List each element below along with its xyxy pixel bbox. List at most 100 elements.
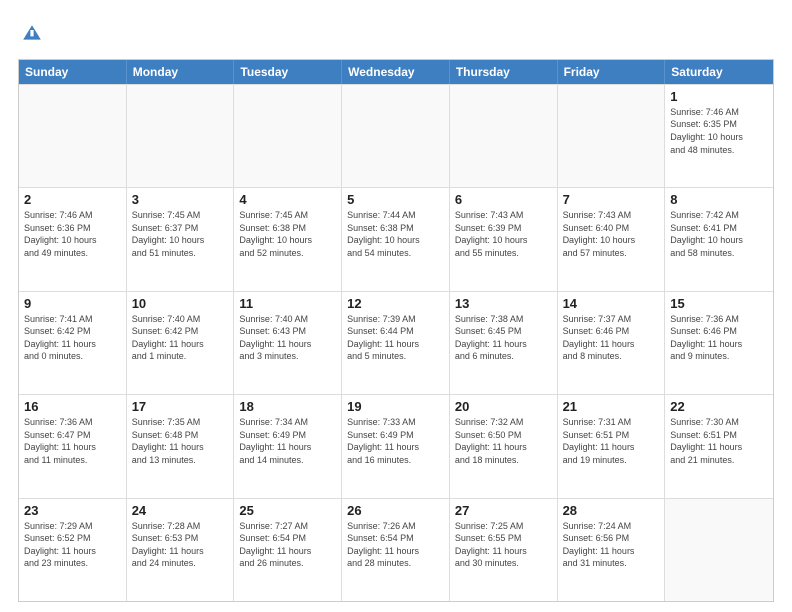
calendar-cell: 2Sunrise: 7:46 AM Sunset: 6:36 PM Daylig… — [19, 188, 127, 290]
calendar-cell: 18Sunrise: 7:34 AM Sunset: 6:49 PM Dayli… — [234, 395, 342, 497]
cell-day-number: 2 — [24, 192, 121, 209]
calendar-cell: 27Sunrise: 7:25 AM Sunset: 6:55 PM Dayli… — [450, 499, 558, 601]
calendar-cell: 19Sunrise: 7:33 AM Sunset: 6:49 PM Dayli… — [342, 395, 450, 497]
cell-day-number: 1 — [670, 89, 768, 106]
cell-day-number: 24 — [132, 503, 229, 520]
cell-info: Sunrise: 7:36 AM Sunset: 6:47 PM Dayligh… — [24, 416, 121, 466]
calendar-cell: 11Sunrise: 7:40 AM Sunset: 6:43 PM Dayli… — [234, 292, 342, 394]
calendar-cell — [665, 499, 773, 601]
cell-day-number: 4 — [239, 192, 336, 209]
cell-day-number: 7 — [563, 192, 660, 209]
cell-info: Sunrise: 7:44 AM Sunset: 6:38 PM Dayligh… — [347, 209, 444, 259]
cell-day-number: 3 — [132, 192, 229, 209]
calendar-cell: 13Sunrise: 7:38 AM Sunset: 6:45 PM Dayli… — [450, 292, 558, 394]
cell-day-number: 10 — [132, 296, 229, 313]
week-row: 2Sunrise: 7:46 AM Sunset: 6:36 PM Daylig… — [19, 187, 773, 290]
cell-info: Sunrise: 7:43 AM Sunset: 6:39 PM Dayligh… — [455, 209, 552, 259]
cell-day-number: 11 — [239, 296, 336, 313]
cell-info: Sunrise: 7:38 AM Sunset: 6:45 PM Dayligh… — [455, 313, 552, 363]
calendar-cell: 14Sunrise: 7:37 AM Sunset: 6:46 PM Dayli… — [558, 292, 666, 394]
calendar-cell: 24Sunrise: 7:28 AM Sunset: 6:53 PM Dayli… — [127, 499, 235, 601]
cell-info: Sunrise: 7:24 AM Sunset: 6:56 PM Dayligh… — [563, 520, 660, 570]
calendar-cell: 3Sunrise: 7:45 AM Sunset: 6:37 PM Daylig… — [127, 188, 235, 290]
cell-info: Sunrise: 7:36 AM Sunset: 6:46 PM Dayligh… — [670, 313, 768, 363]
cell-info: Sunrise: 7:45 AM Sunset: 6:37 PM Dayligh… — [132, 209, 229, 259]
cell-day-number: 5 — [347, 192, 444, 209]
cell-info: Sunrise: 7:40 AM Sunset: 6:43 PM Dayligh… — [239, 313, 336, 363]
cell-day-number: 25 — [239, 503, 336, 520]
calendar-cell: 7Sunrise: 7:43 AM Sunset: 6:40 PM Daylig… — [558, 188, 666, 290]
day-header: Thursday — [450, 60, 558, 84]
cell-info: Sunrise: 7:46 AM Sunset: 6:36 PM Dayligh… — [24, 209, 121, 259]
calendar-cell: 28Sunrise: 7:24 AM Sunset: 6:56 PM Dayli… — [558, 499, 666, 601]
cell-info: Sunrise: 7:41 AM Sunset: 6:42 PM Dayligh… — [24, 313, 121, 363]
calendar-cell — [558, 85, 666, 187]
calendar-cell — [450, 85, 558, 187]
cell-info: Sunrise: 7:30 AM Sunset: 6:51 PM Dayligh… — [670, 416, 768, 466]
week-row: 1Sunrise: 7:46 AM Sunset: 6:35 PM Daylig… — [19, 84, 773, 187]
cell-info: Sunrise: 7:26 AM Sunset: 6:54 PM Dayligh… — [347, 520, 444, 570]
cell-day-number: 18 — [239, 399, 336, 416]
cell-info: Sunrise: 7:28 AM Sunset: 6:53 PM Dayligh… — [132, 520, 229, 570]
logo — [18, 22, 48, 51]
calendar-cell — [342, 85, 450, 187]
logo-icon — [20, 22, 44, 46]
cell-day-number: 19 — [347, 399, 444, 416]
cell-day-number: 28 — [563, 503, 660, 520]
calendar-cell — [127, 85, 235, 187]
cell-day-number: 12 — [347, 296, 444, 313]
calendar-cell: 17Sunrise: 7:35 AM Sunset: 6:48 PM Dayli… — [127, 395, 235, 497]
calendar-cell: 15Sunrise: 7:36 AM Sunset: 6:46 PM Dayli… — [665, 292, 773, 394]
cell-info: Sunrise: 7:35 AM Sunset: 6:48 PM Dayligh… — [132, 416, 229, 466]
cell-day-number: 14 — [563, 296, 660, 313]
week-row: 9Sunrise: 7:41 AM Sunset: 6:42 PM Daylig… — [19, 291, 773, 394]
calendar-cell: 23Sunrise: 7:29 AM Sunset: 6:52 PM Dayli… — [19, 499, 127, 601]
calendar-cell: 10Sunrise: 7:40 AM Sunset: 6:42 PM Dayli… — [127, 292, 235, 394]
calendar-cell: 9Sunrise: 7:41 AM Sunset: 6:42 PM Daylig… — [19, 292, 127, 394]
calendar-cell: 5Sunrise: 7:44 AM Sunset: 6:38 PM Daylig… — [342, 188, 450, 290]
calendar-cell: 12Sunrise: 7:39 AM Sunset: 6:44 PM Dayli… — [342, 292, 450, 394]
cell-info: Sunrise: 7:39 AM Sunset: 6:44 PM Dayligh… — [347, 313, 444, 363]
calendar-cell: 25Sunrise: 7:27 AM Sunset: 6:54 PM Dayli… — [234, 499, 342, 601]
cell-day-number: 16 — [24, 399, 121, 416]
cell-info: Sunrise: 7:33 AM Sunset: 6:49 PM Dayligh… — [347, 416, 444, 466]
day-header: Sunday — [19, 60, 127, 84]
cell-day-number: 17 — [132, 399, 229, 416]
day-header: Friday — [558, 60, 666, 84]
header — [18, 18, 774, 51]
calendar-cell — [234, 85, 342, 187]
cell-info: Sunrise: 7:37 AM Sunset: 6:46 PM Dayligh… — [563, 313, 660, 363]
calendar-cell — [19, 85, 127, 187]
calendar-cell: 1Sunrise: 7:46 AM Sunset: 6:35 PM Daylig… — [665, 85, 773, 187]
cell-info: Sunrise: 7:31 AM Sunset: 6:51 PM Dayligh… — [563, 416, 660, 466]
cell-info: Sunrise: 7:27 AM Sunset: 6:54 PM Dayligh… — [239, 520, 336, 570]
calendar-cell: 16Sunrise: 7:36 AM Sunset: 6:47 PM Dayli… — [19, 395, 127, 497]
day-header: Wednesday — [342, 60, 450, 84]
week-row: 16Sunrise: 7:36 AM Sunset: 6:47 PM Dayli… — [19, 394, 773, 497]
page: SundayMondayTuesdayWednesdayThursdayFrid… — [0, 0, 792, 612]
cell-day-number: 8 — [670, 192, 768, 209]
cell-info: Sunrise: 7:42 AM Sunset: 6:41 PM Dayligh… — [670, 209, 768, 259]
day-header: Saturday — [665, 60, 773, 84]
calendar-cell: 21Sunrise: 7:31 AM Sunset: 6:51 PM Dayli… — [558, 395, 666, 497]
cell-info: Sunrise: 7:43 AM Sunset: 6:40 PM Dayligh… — [563, 209, 660, 259]
cell-day-number: 21 — [563, 399, 660, 416]
cell-day-number: 20 — [455, 399, 552, 416]
cell-info: Sunrise: 7:34 AM Sunset: 6:49 PM Dayligh… — [239, 416, 336, 466]
cell-day-number: 27 — [455, 503, 552, 520]
cell-info: Sunrise: 7:32 AM Sunset: 6:50 PM Dayligh… — [455, 416, 552, 466]
cell-info: Sunrise: 7:46 AM Sunset: 6:35 PM Dayligh… — [670, 106, 768, 156]
day-headers: SundayMondayTuesdayWednesdayThursdayFrid… — [19, 60, 773, 84]
calendar-cell: 22Sunrise: 7:30 AM Sunset: 6:51 PM Dayli… — [665, 395, 773, 497]
cell-day-number: 22 — [670, 399, 768, 416]
calendar-cell: 6Sunrise: 7:43 AM Sunset: 6:39 PM Daylig… — [450, 188, 558, 290]
cell-info: Sunrise: 7:29 AM Sunset: 6:52 PM Dayligh… — [24, 520, 121, 570]
calendar-cell: 8Sunrise: 7:42 AM Sunset: 6:41 PM Daylig… — [665, 188, 773, 290]
day-header: Tuesday — [234, 60, 342, 84]
cell-day-number: 6 — [455, 192, 552, 209]
cell-day-number: 13 — [455, 296, 552, 313]
calendar-cell: 4Sunrise: 7:45 AM Sunset: 6:38 PM Daylig… — [234, 188, 342, 290]
week-row: 23Sunrise: 7:29 AM Sunset: 6:52 PM Dayli… — [19, 498, 773, 601]
weeks: 1Sunrise: 7:46 AM Sunset: 6:35 PM Daylig… — [19, 84, 773, 601]
calendar-cell: 26Sunrise: 7:26 AM Sunset: 6:54 PM Dayli… — [342, 499, 450, 601]
